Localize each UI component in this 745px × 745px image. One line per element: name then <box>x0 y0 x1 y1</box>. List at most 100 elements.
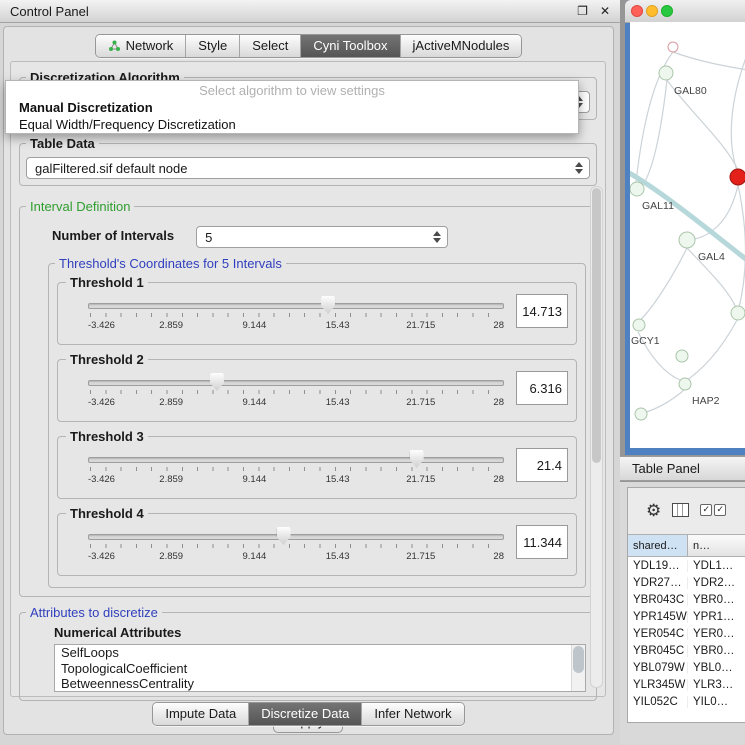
scale-label: 28 <box>493 474 504 485</box>
threshold-1-value-field[interactable]: 14.713 <box>516 294 568 328</box>
cell-name[interactable]: YLR3… <box>688 679 745 691</box>
scale-label: -3.426 <box>88 320 115 331</box>
graph-node-gcy1[interactable] <box>633 319 645 331</box>
number-of-intervals-combobox[interactable]: 5 <box>196 226 448 248</box>
table-data-combobox[interactable]: galFiltered.sif default node <box>26 157 590 179</box>
threshold-2-value-field[interactable]: 6.316 <box>516 371 568 405</box>
deselect-all-checkbox-icon[interactable]: ✓ <box>714 504 726 516</box>
graph-node[interactable] <box>635 408 647 420</box>
slider-thumb[interactable] <box>410 450 424 468</box>
scale-label: 21.715 <box>406 551 435 562</box>
threshold-3-value-field[interactable]: 21.4 <box>516 448 568 482</box>
algorithm-placeholder: Select algorithm to view settings <box>6 81 578 99</box>
settings-scrollbar[interactable] <box>590 186 603 688</box>
list-scrollbar[interactable] <box>571 645 585 691</box>
column-header-name[interactable]: n… <box>688 535 745 556</box>
cell-shared-name[interactable]: YBR043C <box>628 594 688 606</box>
threshold-1-group: Threshold 1 -3.4262.8599.14415.4321.7152… <box>57 275 577 345</box>
close-window-icon[interactable]: ✕ <box>600 4 610 18</box>
tab-jactivemnodules[interactable]: jActiveMNodules <box>401 35 522 57</box>
cell-shared-name[interactable]: YDR27… <box>628 577 688 589</box>
tab-impute-data[interactable]: Impute Data <box>153 703 249 725</box>
table-row[interactable]: YIL052CYIL0… <box>628 693 745 710</box>
list-item[interactable]: BetweennessCentrality <box>55 676 585 692</box>
float-window-icon[interactable]: ❐ <box>577 4 588 18</box>
cell-name[interactable]: YPR1… <box>688 611 745 623</box>
slider-track[interactable] <box>88 303 504 309</box>
cell-shared-name[interactable]: YBR045C <box>628 645 688 657</box>
scale-label: 9.144 <box>243 397 267 408</box>
tab-discretize-data[interactable]: Discretize Data <box>249 703 362 725</box>
threshold-3-slider[interactable]: -3.4262.8599.14415.4321.71528 <box>88 448 504 494</box>
scale-label: -3.426 <box>88 397 115 408</box>
threshold-2-slider[interactable]: -3.4262.8599.14415.4321.71528 <box>88 371 504 417</box>
list-item[interactable]: SelfLoops <box>55 645 585 661</box>
graph-node-gal11[interactable] <box>630 182 644 196</box>
tab-cyni-toolbox[interactable]: Cyni Toolbox <box>301 35 400 57</box>
control-panel-titlebar: Control Panel ❐ ✕ <box>0 0 620 23</box>
cell-shared-name[interactable]: YER054C <box>628 628 688 640</box>
graph-node-gal80[interactable] <box>659 66 673 80</box>
table-header-row: shared… n… <box>628 535 745 557</box>
combo-value: galFiltered.sif default node <box>35 161 187 176</box>
threshold-4-group: Threshold 4 -3.4262.8599.14415.4321.7152… <box>57 506 577 576</box>
graph-node-gal4[interactable] <box>679 232 695 248</box>
cell-name[interactable]: YBR0… <box>688 645 745 657</box>
slider-thumb[interactable] <box>321 296 335 314</box>
graph-node[interactable] <box>731 306 745 320</box>
table-row[interactable]: YER054CYER0… <box>628 625 745 642</box>
cell-name[interactable]: YBR0… <box>688 594 745 606</box>
cell-name[interactable]: YIL0… <box>688 696 745 708</box>
slider-thumb[interactable] <box>210 373 224 391</box>
graph-node-selected-red[interactable] <box>730 169 745 185</box>
table-row[interactable]: YBR043CYBR0… <box>628 591 745 608</box>
node-label-gal4: GAL4 <box>698 251 725 263</box>
graph-node[interactable] <box>676 350 688 362</box>
threshold-4-slider[interactable]: -3.4262.8599.14415.4321.71528 <box>88 525 504 571</box>
table-row[interactable]: YPR145WYPR1… <box>628 608 745 625</box>
choose-columns-icon[interactable] <box>672 503 689 517</box>
slider-track[interactable] <box>88 534 504 540</box>
table-row[interactable]: YDL19…YDL1… <box>628 557 745 574</box>
network-canvas[interactable]: GAL80 GAL11 GAL4 GCY1 HAP2 <box>630 22 745 448</box>
group-title: Interval Definition <box>26 199 134 214</box>
cell-shared-name[interactable]: YLR345W <box>628 679 688 691</box>
tab-select[interactable]: Select <box>240 35 301 57</box>
cell-name[interactable]: YER0… <box>688 628 745 640</box>
tab-infer-network[interactable]: Infer Network <box>362 703 463 725</box>
column-header-shared-name[interactable]: shared… <box>628 535 688 556</box>
graph-node-hap2[interactable] <box>679 378 691 390</box>
table-row[interactable]: YLR345WYLR3… <box>628 676 745 693</box>
zoom-traffic-light-icon[interactable] <box>661 5 673 17</box>
cell-name[interactable]: YDR2… <box>688 577 745 589</box>
slider-ticks <box>90 544 502 548</box>
table-row[interactable]: YDR27…YDR2… <box>628 574 745 591</box>
close-traffic-light-icon[interactable] <box>631 5 643 17</box>
cell-name[interactable]: YDL1… <box>688 560 745 572</box>
cell-shared-name[interactable]: YIL052C <box>628 696 688 708</box>
threshold-1-slider[interactable]: -3.4262.8599.14415.4321.71528 <box>88 294 504 340</box>
slider-track[interactable] <box>88 380 504 386</box>
gear-icon[interactable]: ⚙ <box>646 502 661 519</box>
list-item[interactable]: TopologicalCoefficient <box>55 661 585 677</box>
slider-track[interactable] <box>88 457 504 463</box>
scale-label: 9.144 <box>243 474 267 485</box>
tab-label: jActiveMNodules <box>413 38 510 53</box>
graph-node[interactable] <box>668 42 678 52</box>
minimize-traffic-light-icon[interactable] <box>646 5 658 17</box>
cell-name[interactable]: YBL0… <box>688 662 745 674</box>
table-row[interactable]: YBR045CYBR0… <box>628 642 745 659</box>
cell-shared-name[interactable]: YDL19… <box>628 560 688 572</box>
cell-shared-name[interactable]: YBL079W <box>628 662 688 674</box>
tab-network[interactable]: Network <box>96 35 187 57</box>
table-row[interactable]: YBL079WYBL0… <box>628 659 745 676</box>
scale-label: 15.43 <box>326 320 350 331</box>
algorithm-option-manual[interactable]: Manual Discretization <box>6 99 578 116</box>
select-all-checkbox-icon[interactable]: ✓ <box>700 504 712 516</box>
slider-thumb[interactable] <box>277 527 291 545</box>
numerical-attributes-list[interactable]: SelfLoopsTopologicalCoefficientBetweenne… <box>54 644 586 692</box>
algorithm-option-equal-width[interactable]: Equal Width/Frequency Discretization <box>6 116 578 133</box>
tab-style[interactable]: Style <box>186 35 240 57</box>
cell-shared-name[interactable]: YPR145W <box>628 611 688 623</box>
threshold-4-value-field[interactable]: 11.344 <box>516 525 568 559</box>
